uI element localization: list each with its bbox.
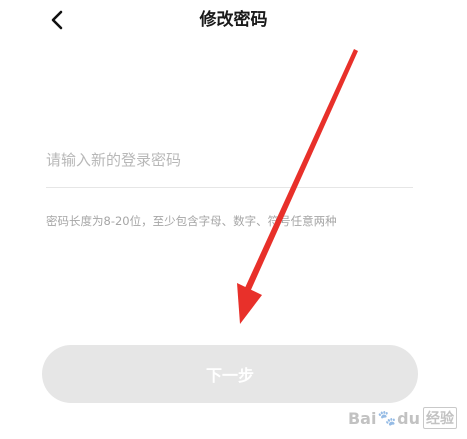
paw-icon: 🐾 — [377, 409, 397, 427]
input-divider — [46, 187, 413, 188]
password-hint: 密码长度为8-20位，至少包含字母、数字、符号任意两种 — [46, 214, 337, 228]
baidu-jingyan-watermark: Bai 🐾 du 经验 — [348, 407, 457, 429]
new-password-input[interactable] — [46, 145, 412, 175]
page-title: 修改密码 — [199, 10, 268, 30]
next-button[interactable]: 下一步 — [42, 345, 418, 403]
arrow-head — [237, 283, 262, 324]
watermark-text-right: du — [397, 408, 420, 428]
watermark-suffix: 经验 — [423, 407, 457, 429]
watermark-text-left: Bai — [347, 408, 377, 428]
